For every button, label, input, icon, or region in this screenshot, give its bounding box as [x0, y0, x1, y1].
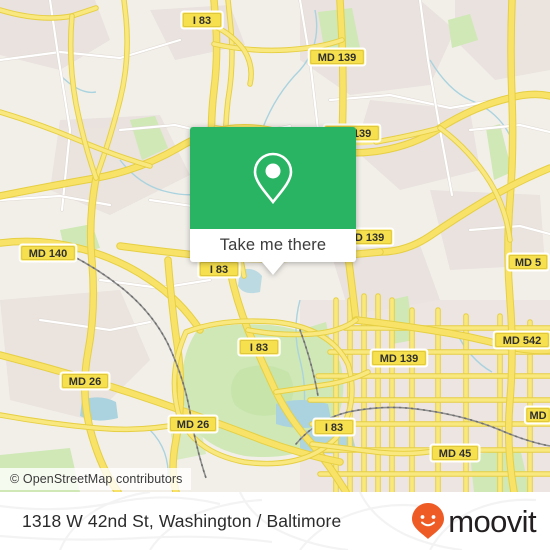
- road-shield-label: I 83: [325, 422, 343, 434]
- attribution-text: © OpenStreetMap contributors: [10, 472, 183, 486]
- road-shield: I 83: [197, 259, 241, 279]
- road-shield: MD: [523, 405, 550, 425]
- road-shield: MD 5: [506, 252, 550, 272]
- road-shield-label: MD 139: [318, 52, 357, 64]
- road-shield-label: MD 45: [439, 448, 471, 460]
- road-shield-label: MD 140: [29, 248, 68, 260]
- road-shield: I 83: [237, 337, 281, 357]
- road-shield: MD 45: [429, 443, 481, 463]
- road-shield: MD 139: [369, 348, 429, 368]
- road-shield-label: MD: [529, 410, 546, 422]
- road-shield: I 83: [312, 417, 356, 437]
- road-shield-label: MD 26: [177, 419, 209, 431]
- road-shield-label: I 83: [250, 342, 268, 354]
- popup-action-label[interactable]: Take me there: [190, 229, 356, 262]
- road-shield: MD 140: [18, 243, 78, 263]
- road-shield: MD 542: [492, 330, 550, 350]
- address-label: 1318 W 42nd St, Washington / Baltimore: [22, 510, 342, 531]
- footer-bar: 1318 W 42nd St, Washington / Baltimore m…: [0, 492, 550, 550]
- road-shield-label: MD 26: [69, 376, 101, 388]
- popup-tail-arrow: [262, 262, 284, 275]
- moovit-pin-icon: [412, 503, 445, 539]
- road-shield-label: I 83: [210, 264, 228, 276]
- moovit-wordmark: moovit: [448, 503, 536, 539]
- map-screenshot-page: .land { fill:#f2efe9; } .resid { fill:#e…: [0, 0, 550, 550]
- location-pin-icon: [253, 152, 293, 205]
- road-shield-label: MD 139: [380, 353, 419, 365]
- road-shield-label: MD 5: [515, 257, 541, 269]
- osm-attribution: © OpenStreetMap contributors: [0, 468, 191, 490]
- popup-image-area: [190, 127, 356, 229]
- moovit-logo[interactable]: moovit: [411, 492, 537, 550]
- road-shield: MD 139: [307, 47, 367, 67]
- road-shield: MD 26: [59, 371, 111, 391]
- road-shield-label: MD 542: [503, 335, 542, 347]
- road-shield-label: I 83: [193, 15, 211, 27]
- take-me-there-popup[interactable]: Take me there: [190, 127, 356, 275]
- road-shield: MD 26: [167, 414, 219, 434]
- road-shield: I 83: [180, 10, 224, 30]
